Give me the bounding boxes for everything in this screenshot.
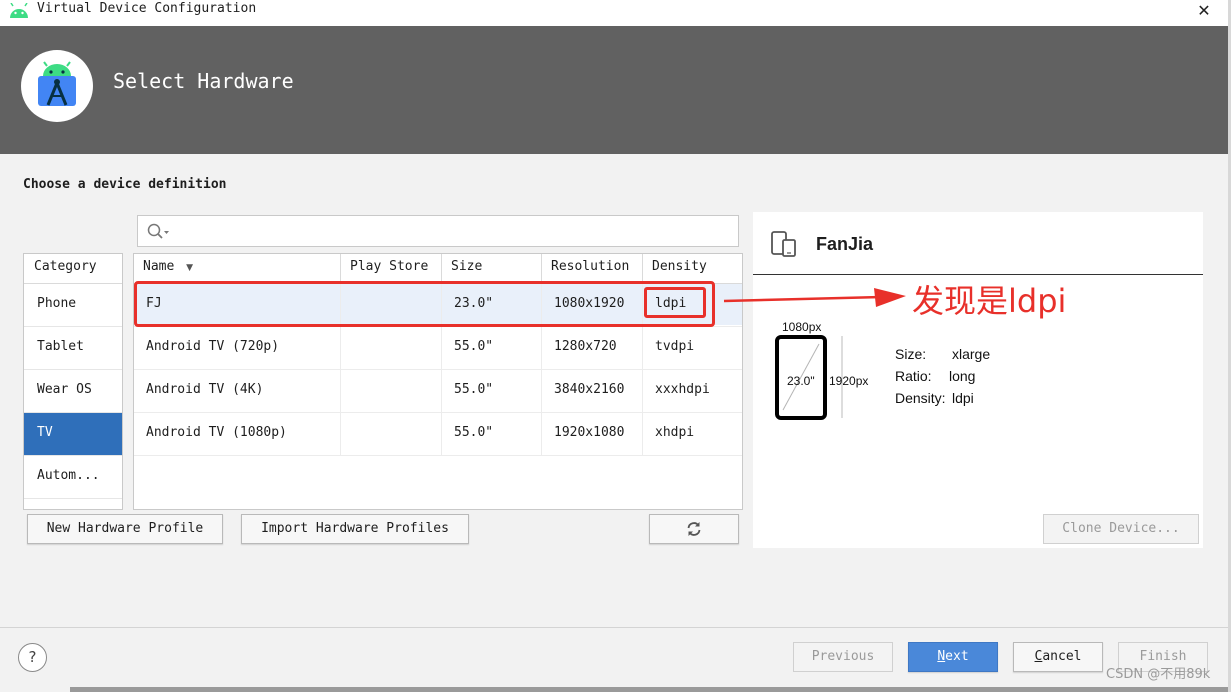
close-icon[interactable]: ✕ [1192,0,1216,22]
resolution-cell: 3840x2160 [542,370,643,413]
column-header-resolution[interactable]: Resolution [542,254,643,284]
spec-ratio-value: long [949,368,976,384]
play-store-cell [341,370,442,413]
clone-device-button[interactable]: Clone Device... [1043,514,1199,544]
watermark-text: CSDN @不用89k [1106,667,1211,682]
search-icon [147,223,169,239]
previous-button[interactable]: Previous [793,642,893,672]
resolution-cell: 1920x1080 [542,413,643,456]
annotation-text: 发现是ldpi [912,282,1067,320]
android-studio-icon [38,61,76,106]
column-header-play-store[interactable]: Play Store [341,254,442,284]
spec-ratio-label: Ratio: [895,368,932,384]
next-button[interactable]: Next [908,642,998,672]
category-item-tv[interactable]: TV [24,413,122,456]
play-store-cell [341,413,442,456]
refresh-icon [687,522,701,536]
category-header: Category [24,254,122,284]
table-row[interactable]: Android TV (4K) 55.0" 3840x2160 xxxhdpi [134,370,742,413]
android-icon [10,3,28,18]
table-row[interactable]: Android TV (1080p) 55.0" 1920x1080 xhdpi [134,413,742,456]
annotation-highlight-density [644,287,706,318]
preview-height-label: 1920px [829,374,869,388]
sort-descending-icon: ▼ [186,263,194,273]
cancel-button[interactable]: Cancel [1013,642,1103,672]
android-studio-logo [21,50,93,122]
column-header-name[interactable]: Name ▼ [134,254,341,284]
section-title: Choose a device definition [23,177,227,192]
column-header-density[interactable]: Density [643,254,742,284]
window-title-bar: Virtual Device Configuration ✕ [0,0,1231,26]
window-title: Virtual Device Configuration [37,1,257,16]
background-window-edge-bottom [70,687,1228,692]
import-hardware-profiles-button[interactable]: Import Hardware Profiles [241,514,469,544]
cancel-label: ancel [1042,649,1082,664]
row-divider [134,455,742,456]
size-cell: 55.0" [442,370,542,413]
spec-density-label: Density: [895,390,946,406]
size-cell: 55.0" [442,327,542,370]
selected-device-name: FanJia [816,234,874,254]
new-hardware-profile-button[interactable]: New Hardware Profile [27,514,223,544]
category-item-tablet[interactable]: Tablet [24,327,122,370]
preview-width-label: 1080px [782,320,822,334]
spec-density-value: ldpi [952,390,974,406]
device-name-cell: Android TV (1080p) [134,413,341,456]
refresh-button[interactable] [649,514,739,544]
device-frame-icon [771,231,796,257]
spec-size-label: Size: [895,346,927,362]
annotation-highlight-row [134,281,715,327]
details-divider [753,274,1203,275]
resolution-cell: 1280x720 [542,327,643,370]
column-header-name-label: Name [143,259,175,274]
column-header-size[interactable]: Size [442,254,542,284]
preview-diagonal-label: 23.0" [787,374,815,388]
category-item-wear-os[interactable]: Wear OS [24,370,122,413]
category-item-automotive[interactable]: Autom... [24,456,122,499]
device-name-cell: Android TV (4K) [134,370,341,413]
search-input[interactable] [137,215,739,247]
annotation-arrow-icon [723,288,906,307]
footer-divider [0,627,1228,628]
category-item-phone[interactable]: Phone [24,284,122,327]
next-label: ext [945,649,969,664]
density-cell: xxxhdpi [655,382,710,397]
play-store-cell [341,327,442,370]
help-icon[interactable]: ? [18,643,47,672]
density-cell: tvdpi [655,339,695,354]
size-cell: 55.0" [442,413,542,456]
device-name-cell: Android TV (720p) [134,327,341,370]
spec-size-value: xlarge [952,346,991,362]
page-title: Select Hardware [113,69,294,93]
next-mnemonic: N [937,649,946,664]
table-row[interactable]: Android TV (720p) 55.0" 1280x720 tvdpi [134,327,742,370]
density-cell: xhdpi [655,425,695,440]
